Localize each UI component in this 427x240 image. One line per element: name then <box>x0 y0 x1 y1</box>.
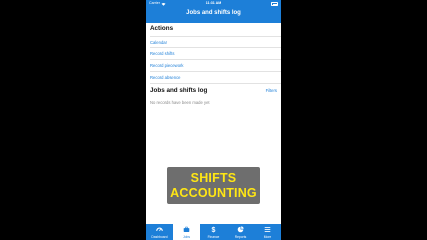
pie-chart-icon <box>237 226 244 233</box>
tab-label-more: More <box>263 234 272 239</box>
navigation-header: Carrier 11:31 AM Jobs and shifts log <box>146 0 281 23</box>
menu-icon <box>264 227 271 232</box>
filters-button[interactable]: Filters <box>266 87 277 95</box>
tab-jobs[interactable]: Jobs <box>173 224 200 240</box>
tab-bar: Dashboard Jobs $ Finance Reports More <box>146 224 281 240</box>
tab-label-reports: Reports <box>234 234 247 239</box>
tab-reports[interactable]: Reports <box>227 224 254 240</box>
tab-label-dashboard: Dashboard <box>151 234 168 239</box>
battery-icon <box>271 2 278 6</box>
empty-log-message: No records have been made yet <box>150 100 210 105</box>
status-time: 11:31 AM <box>205 1 222 5</box>
app-screen: Carrier 11:31 AM Jobs and shifts log Act… <box>146 0 281 240</box>
tab-finance[interactable]: $ Finance <box>200 224 227 240</box>
action-record-shifts[interactable]: Record shifts <box>150 48 281 60</box>
log-section-title: Jobs and shifts log <box>150 87 208 94</box>
status-bar: Carrier 11:31 AM <box>146 0 281 7</box>
action-record-absence[interactable]: Record absence <box>150 72 281 84</box>
dashboard-icon <box>156 227 163 232</box>
dollar-icon: $ <box>212 227 216 233</box>
tab-more[interactable]: More <box>254 224 281 240</box>
actions-section-title: Actions <box>150 25 174 32</box>
briefcase-icon <box>183 226 190 232</box>
tab-label-finance: Finance <box>207 234 220 239</box>
page-title: Jobs and shifts log <box>186 10 241 16</box>
tab-dashboard[interactable]: Dashboard <box>146 224 173 240</box>
svg-text:$: $ <box>212 227 216 233</box>
promo-banner: SHIFTS ACCOUNTING <box>167 167 260 204</box>
action-record-piecework[interactable]: Record piecework <box>150 60 281 72</box>
action-calendar[interactable]: Calendar <box>150 36 281 48</box>
tab-label-jobs: Jobs <box>183 234 190 239</box>
promo-line-1: SHIFTS <box>190 171 237 185</box>
promo-line-2: ACCOUNTING <box>170 186 257 200</box>
